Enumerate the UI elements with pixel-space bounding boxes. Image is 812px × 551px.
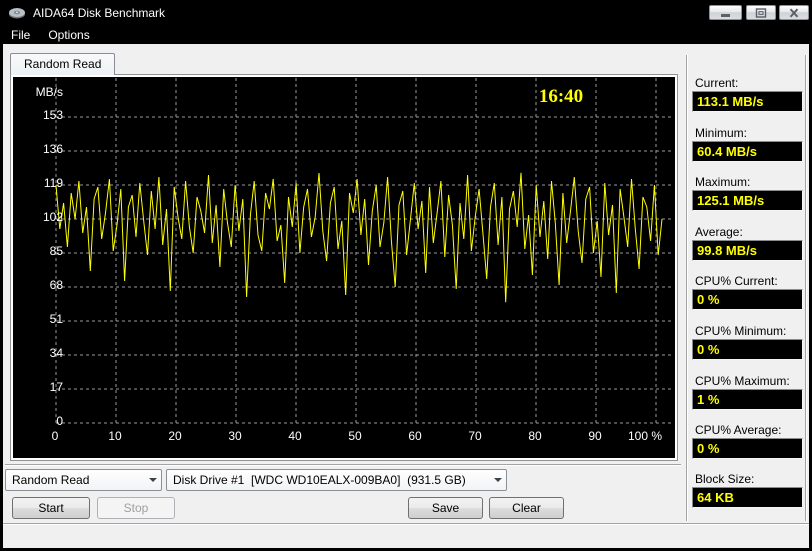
chevron-down-icon — [489, 470, 506, 490]
y-tick-label: 85 — [49, 244, 63, 258]
stat-maximum: Maximum: 125.1 MB/s — [692, 175, 804, 217]
stat-value: 60.4 MB/s — [692, 141, 803, 162]
stat-minimum: Minimum: 60.4 MB/s — [692, 126, 804, 168]
chart-svg — [55, 78, 674, 424]
tab-page-bottom-divider — [5, 464, 681, 466]
stat-value: 99.8 MB/s — [692, 240, 803, 261]
window-title: AIDA64 Disk Benchmark — [33, 6, 166, 20]
stat-cpu-current: CPU% Current: 0 % — [692, 274, 804, 316]
stat-value: 0 % — [692, 289, 803, 310]
disk-drive-value: Disk Drive #1 [WDC WD10EALX-009BA0] (931… — [173, 473, 466, 487]
stat-label: Average: — [695, 225, 743, 239]
stat-value: 64 KB — [692, 487, 803, 508]
start-button[interactable]: Start — [12, 497, 90, 519]
y-tick-label: 34 — [49, 346, 63, 360]
maximize-button[interactable] — [746, 5, 776, 20]
stat-label: Maximum: — [695, 175, 751, 189]
stat-average: Average: 99.8 MB/s — [692, 225, 804, 267]
chevron-down-icon — [144, 470, 161, 490]
y-tick-label: 17 — [49, 380, 63, 394]
disk-drive-select[interactable]: Disk Drive #1 [WDC WD10EALX-009BA0] (931… — [166, 469, 507, 491]
stop-button: Stop — [97, 497, 175, 519]
menu-file[interactable]: File — [2, 27, 39, 43]
minimize-icon — [720, 13, 730, 17]
stat-current: Current: 113.1 MB/s — [692, 76, 804, 118]
tab-random-read[interactable]: Random Read — [10, 53, 116, 75]
stat-label: Current: — [695, 76, 739, 90]
y-tick-label: 102 — [42, 210, 63, 224]
menu-options[interactable]: Options — [39, 27, 98, 43]
stat-block-size: Block Size: 64 KB — [692, 472, 804, 514]
y-tick-label: 119 — [43, 176, 63, 190]
y-axis-unit-label: MB/s — [35, 85, 63, 99]
x-tick-label: 90 — [588, 429, 602, 443]
x-tick-label: 100 % — [627, 429, 663, 443]
stat-label: CPU% Minimum: — [695, 324, 787, 338]
x-tick-label: 80 — [528, 429, 542, 443]
stats-panel-left-divider — [686, 55, 688, 521]
stats-panel-right-divider — [805, 55, 807, 521]
stat-label: CPU% Average: — [695, 423, 782, 437]
title-bar: AIDA64 Disk Benchmark — [0, 0, 812, 26]
stat-value: 0 % — [692, 438, 803, 459]
stat-label: CPU% Current: — [695, 274, 778, 288]
stat-value: 0 % — [692, 339, 803, 360]
x-tick-label: 70 — [468, 429, 482, 443]
x-tick-label: 20 — [168, 429, 182, 443]
x-tick-label: 60 — [408, 429, 422, 443]
close-button[interactable] — [779, 5, 809, 20]
chart-panel: MB/s 153 136 119 102 85 68 51 34 17 0 0 10 20 30 40 50… — [10, 74, 678, 461]
clear-button[interactable]: Clear — [489, 497, 564, 519]
app-window: AIDA64 Disk Benchmark File Options Rando… — [0, 0, 812, 551]
disk-icon — [8, 6, 26, 20]
minimize-button[interactable] — [709, 5, 742, 20]
benchmark-type-select[interactable]: Random Read — [5, 469, 162, 491]
stat-cpu-minimum: CPU% Minimum: 0 % — [692, 324, 804, 366]
stat-value: 125.1 MB/s — [692, 190, 803, 211]
chart-plot-area: MB/s 153 136 119 102 85 68 51 34 17 0 0 10 20 30 40 50… — [13, 77, 675, 458]
x-tick-label: 10 — [108, 429, 122, 443]
stat-cpu-maximum: CPU% Maximum: 1 % — [692, 374, 804, 416]
stat-value: 1 % — [692, 389, 803, 410]
y-tick-label: 136 — [42, 142, 63, 156]
y-tick-label: 68 — [49, 278, 63, 292]
save-button[interactable]: Save — [408, 497, 483, 519]
benchmark-type-value: Random Read — [12, 473, 90, 487]
maximize-icon — [755, 7, 767, 18]
x-tick-label: 40 — [288, 429, 302, 443]
client-area: Random Read MB/s 153 136 119 102 85 68 51 34 17 0… — [3, 44, 809, 548]
close-icon — [789, 8, 799, 17]
stat-label: Minimum: — [695, 126, 748, 140]
x-tick-label: 0 — [51, 429, 59, 443]
stat-label: CPU% Maximum: — [695, 374, 790, 388]
x-tick-label: 30 — [228, 429, 242, 443]
y-tick-label: 51 — [49, 312, 63, 326]
stat-cpu-average: CPU% Average: 0 % — [692, 423, 804, 465]
x-tick-label: 50 — [348, 429, 362, 443]
elapsed-time-label: 16:40 — [538, 86, 584, 107]
y-tick-label: 0 — [56, 414, 63, 428]
stat-value: 113.1 MB/s — [692, 91, 803, 112]
stat-label: Block Size: — [695, 472, 755, 486]
y-tick-label: 153 — [42, 108, 63, 122]
menu-bar: File Options — [0, 26, 812, 44]
status-bar — [3, 525, 809, 548]
